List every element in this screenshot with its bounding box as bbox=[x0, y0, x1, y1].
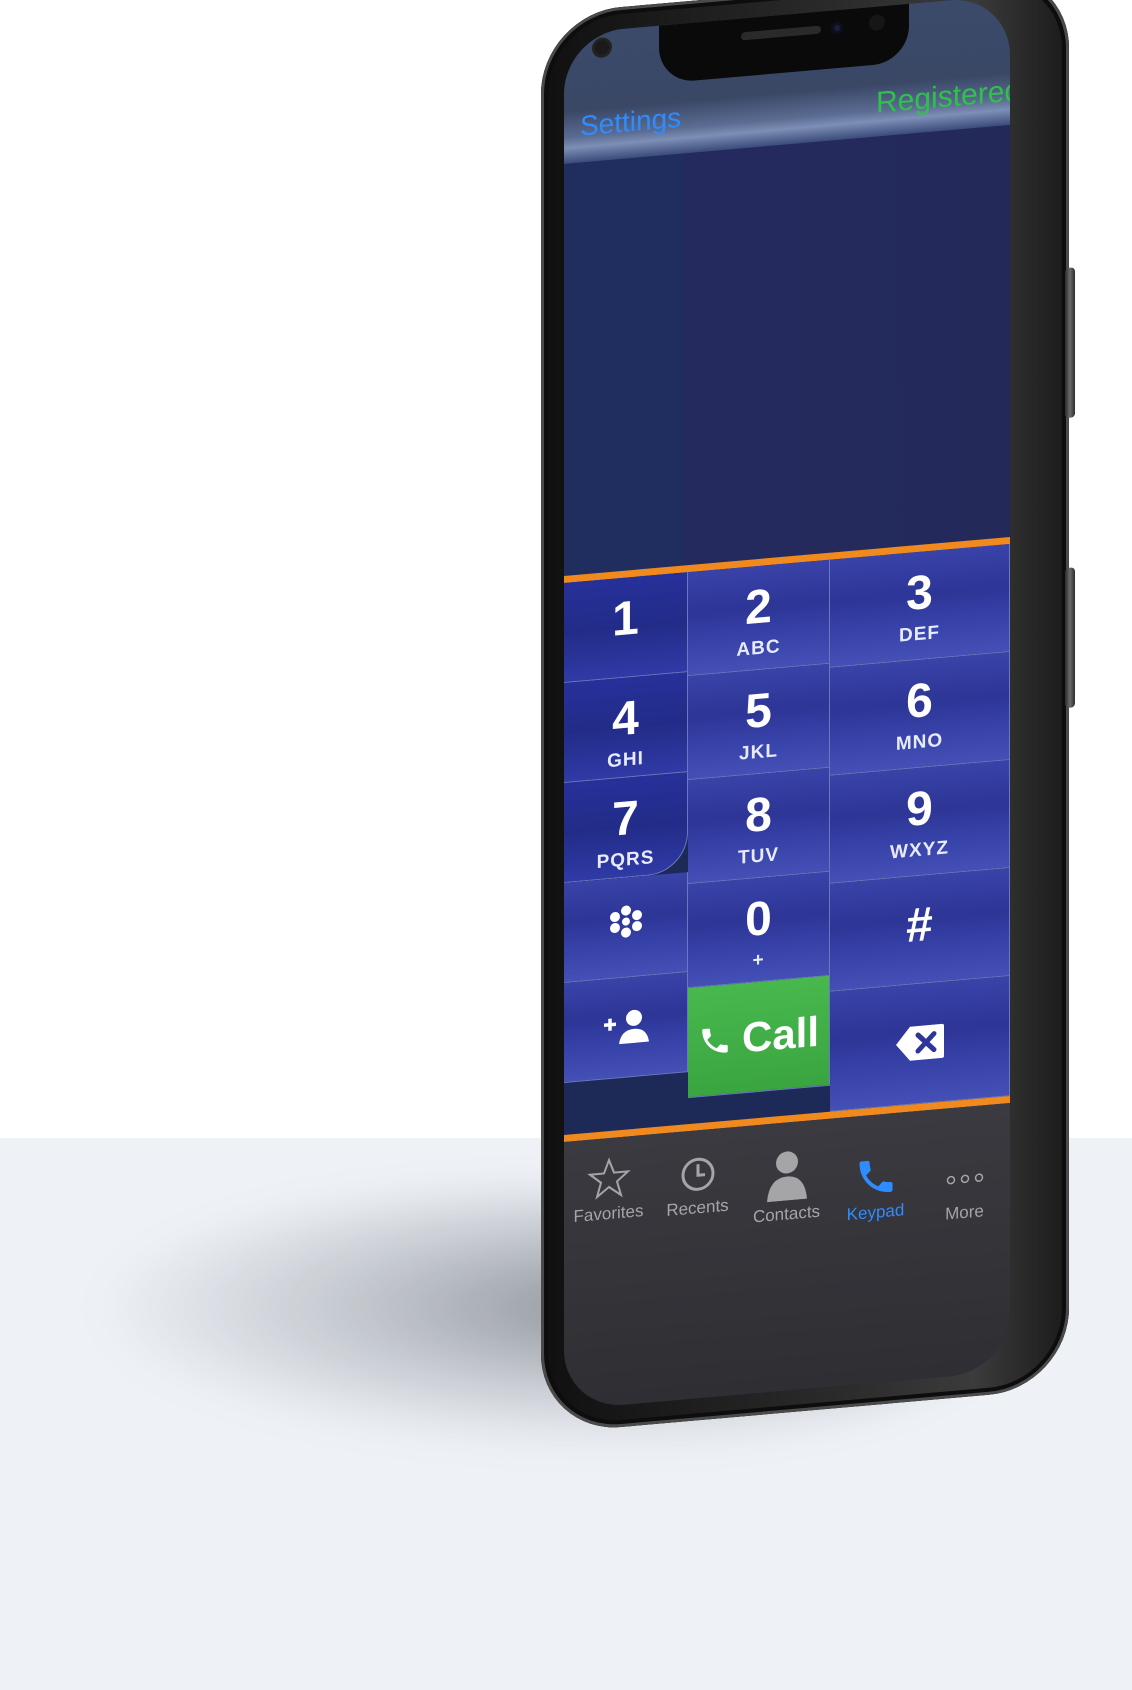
registration-status: Registered bbox=[876, 73, 1010, 120]
asterisk-icon bbox=[609, 905, 642, 938]
power-button bbox=[1065, 567, 1075, 709]
tab-more[interactable]: More bbox=[920, 1103, 1009, 1227]
key-9-digit: 9 bbox=[906, 781, 933, 838]
key-0-digit: 0 bbox=[745, 891, 772, 948]
call-label: Call bbox=[741, 1007, 820, 1061]
key-4[interactable]: 4 GHI bbox=[564, 672, 688, 783]
settings-button[interactable]: Settings bbox=[580, 102, 681, 143]
call-button[interactable]: Call bbox=[688, 975, 830, 1099]
key-hash[interactable]: # bbox=[830, 867, 1010, 992]
number-display[interactable] bbox=[564, 124, 1010, 576]
phone-icon bbox=[702, 1028, 728, 1053]
dial-keypad: 1 2 ABC 3 DEF 4 GHI 5 JKL 6 MNO 7 PQRS 8… bbox=[564, 543, 1010, 1135]
key-hash-digit: # bbox=[906, 897, 933, 954]
key-9[interactable]: 9 WXYZ bbox=[830, 759, 1010, 884]
tab-keypad[interactable]: Keypad bbox=[831, 1111, 920, 1227]
earpiece-speaker bbox=[741, 25, 821, 41]
phone-screen: Settings Registered 1 2 ABC 3 DEF 4 GHI bbox=[564, 0, 1010, 1410]
tab-contacts-label: Contacts bbox=[752, 1201, 821, 1227]
key-7-digit: 7 bbox=[612, 791, 639, 847]
key-5[interactable]: 5 JKL bbox=[688, 663, 830, 781]
key-8-digit: 8 bbox=[745, 787, 772, 844]
key-2[interactable]: 2 ABC bbox=[688, 559, 830, 677]
key-8[interactable]: 8 TUV bbox=[688, 767, 830, 885]
key-4-letters: GHI bbox=[607, 747, 644, 773]
key-5-letters: JKL bbox=[739, 740, 778, 765]
key-0[interactable]: 0 + bbox=[688, 871, 830, 989]
backspace-button[interactable] bbox=[830, 975, 1010, 1112]
phone-device: Settings Registered 1 2 ABC 3 DEF 4 GHI bbox=[541, 0, 1075, 1434]
backspace-icon bbox=[895, 1023, 944, 1061]
tab-favorites-label: Favorites bbox=[573, 1201, 644, 1227]
tab-contacts[interactable]: Contacts bbox=[742, 1119, 831, 1229]
key-6-digit: 6 bbox=[906, 673, 933, 730]
key-7-letters: PQRS bbox=[596, 847, 655, 874]
key-6[interactable]: 6 MNO bbox=[830, 651, 1010, 776]
key-2-digit: 2 bbox=[745, 579, 772, 636]
key-3[interactable]: 3 DEF bbox=[830, 543, 1010, 668]
clock-icon bbox=[681, 1157, 714, 1191]
face-sensor bbox=[831, 21, 843, 35]
add-contact-icon bbox=[603, 1009, 649, 1045]
key-0-letters: + bbox=[752, 949, 765, 972]
key-1-digit: 1 bbox=[612, 591, 639, 647]
key-8-letters: TUV bbox=[738, 844, 779, 869]
volume-button bbox=[1065, 267, 1075, 419]
tab-more-label: More bbox=[945, 1201, 984, 1224]
key-1[interactable]: 1 bbox=[564, 572, 688, 683]
tab-recents[interactable]: Recents bbox=[653, 1126, 742, 1222]
key-3-digit: 3 bbox=[906, 565, 933, 622]
key-star[interactable] bbox=[564, 872, 688, 983]
add-contact-button[interactable] bbox=[564, 972, 688, 1083]
tab-recents-label: Recents bbox=[666, 1195, 729, 1221]
more-dots-icon bbox=[946, 1173, 983, 1185]
key-4-digit: 4 bbox=[612, 691, 639, 747]
tab-bar: Favorites Recents Contacts Keypad More bbox=[564, 1102, 1010, 1410]
tab-keypad-label: Keypad bbox=[846, 1200, 905, 1225]
key-2-letters: ABC bbox=[736, 636, 781, 661]
proximity-sensor bbox=[869, 13, 885, 32]
phone-icon bbox=[859, 1160, 892, 1192]
contacts-icon bbox=[766, 1151, 807, 1203]
tab-favorites[interactable]: Favorites bbox=[564, 1134, 653, 1228]
key-7[interactable]: 7 PQRS bbox=[564, 772, 688, 883]
key-5-digit: 5 bbox=[745, 683, 772, 740]
star-icon bbox=[586, 1157, 631, 1200]
